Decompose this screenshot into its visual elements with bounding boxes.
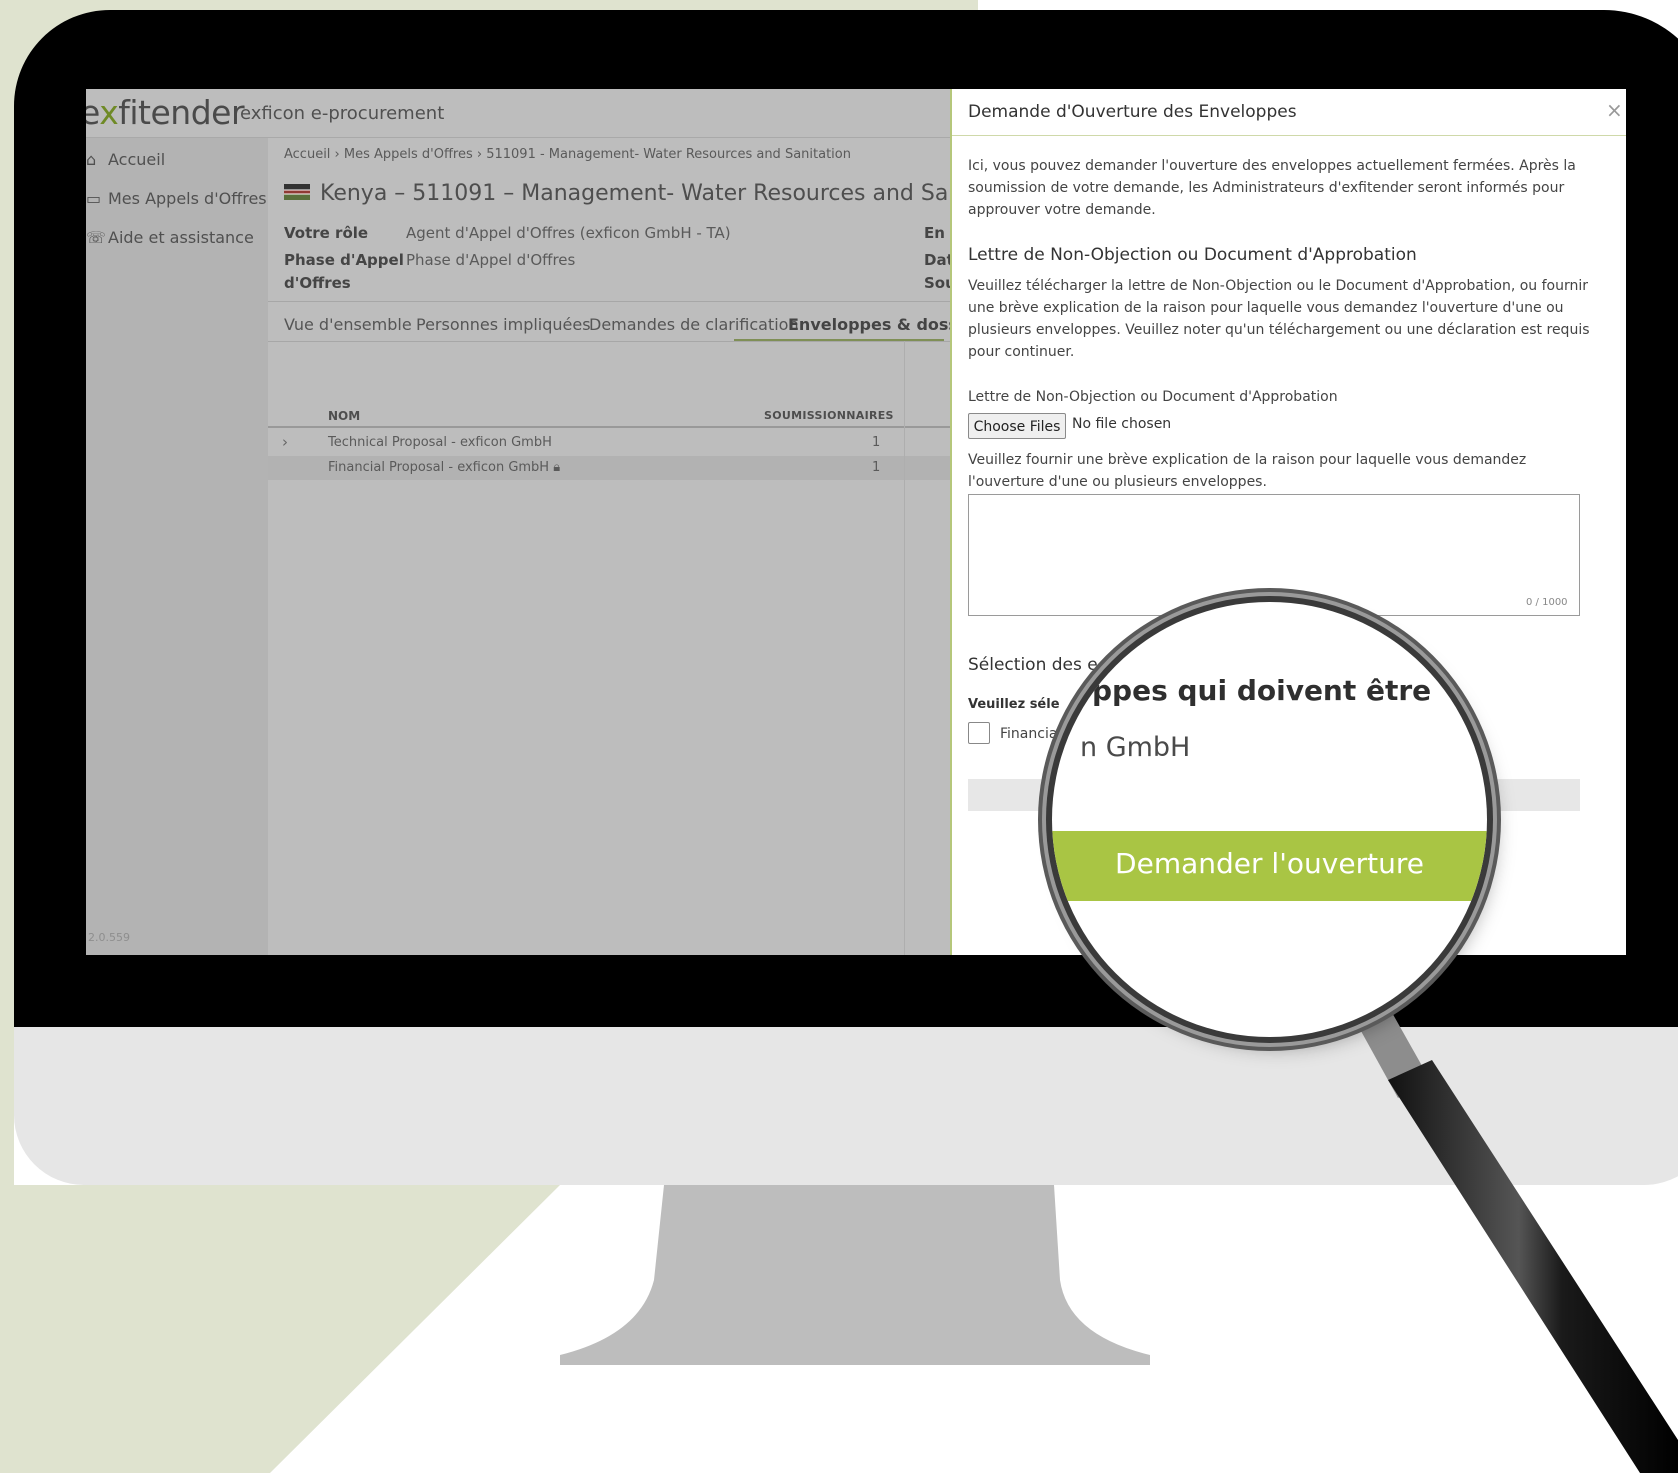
divider	[904, 341, 905, 955]
phase-label: Phase d'Appel	[284, 251, 404, 269]
choose-files-button[interactable]: Choose Files	[968, 413, 1066, 439]
sidebar-item-label: Mes Appels d'Offres	[108, 189, 267, 208]
top-bar: exfitender exficon e-procurement	[86, 89, 952, 138]
monitor-stand	[560, 1185, 1150, 1365]
sidebar-item-accueil[interactable]: ⌂ Accueil	[86, 150, 165, 169]
phase-label-cont: d'Offres	[284, 274, 351, 292]
divider	[268, 426, 958, 428]
role-label: Votre rôle	[284, 224, 369, 242]
column-header-nom[interactable]: NOM	[328, 409, 360, 423]
lock-icon: 🔒︎	[553, 460, 561, 475]
kenya-flag-icon	[284, 184, 310, 200]
tab-overview[interactable]: Vue d'ensemble	[284, 315, 412, 334]
explanation-label: Veuillez fournir une brève explication d…	[968, 452, 1527, 490]
table-row[interactable]: › Technical Proposal - exficon GmbH 1	[268, 431, 958, 455]
sidebar-item-aide[interactable]: ☏ Aide et assistance	[86, 228, 254, 247]
divider	[268, 301, 958, 302]
divider	[952, 135, 1626, 136]
sidebar-item-label: Aide et assistance	[108, 228, 254, 247]
panel-title: Demande d'Ouverture des Enveloppes	[968, 102, 1297, 122]
sidebar-item-mes-appels[interactable]: ▭ Mes Appels d'Offres	[86, 189, 267, 208]
chat-icon: ☏	[86, 228, 107, 247]
section-title: Lettre de Non-Objection ou Document d'Ap…	[968, 245, 1417, 265]
column-header-soumissionnaires[interactable]: SOUMISSIONNAIRES	[764, 409, 894, 422]
selection-subtitle: Veuillez séle	[968, 697, 1060, 712]
row-count: 1	[872, 435, 881, 450]
panel-intro: Ici, vous pouvez demander l'ouverture de…	[968, 158, 1576, 218]
chevron-right-icon[interactable]: ›	[282, 433, 288, 451]
exfitender-logo[interactable]: exfitender	[86, 93, 245, 132]
request-opening-button-label: Demander l'ouverture	[1115, 847, 1424, 880]
sidebar-item-label: Accueil	[108, 150, 166, 169]
section-text: Veuillez télécharger la lettre de Non-Ob…	[968, 278, 1590, 360]
row-name: Technical Proposal - exficon GmbH	[328, 435, 552, 450]
app-name: exficon e-procurement	[240, 103, 445, 124]
active-tab-indicator	[734, 339, 944, 341]
table-row[interactable]: Financial Proposal - exficon GmbH 🔒︎ 1	[268, 456, 958, 480]
divider	[268, 341, 958, 342]
row-count: 1	[872, 460, 881, 475]
no-file-label: No file chosen	[1072, 416, 1172, 432]
checkbox-label: Financia	[1000, 726, 1058, 742]
tab-clarification[interactable]: Demandes de clarification	[589, 315, 799, 334]
explanation-textarea[interactable]	[968, 494, 1580, 616]
sidebar: ⌂ Accueil ▭ Mes Appels d'Offres ☏ Aide et a…	[86, 138, 268, 955]
selection-title: Sélection des e	[968, 655, 1098, 675]
close-icon[interactable]: ×	[1606, 98, 1623, 122]
tab-people[interactable]: Personnes impliquées	[416, 315, 591, 334]
home-icon: ⌂	[86, 150, 97, 169]
breadcrumb[interactable]: Accueil › Mes Appels d'Offres › 511091 -…	[284, 147, 851, 162]
char-counter: 0 / 1000	[1526, 597, 1568, 608]
file-label: Lettre de Non-Objection ou Document d'Ap…	[968, 389, 1338, 405]
tab-envelopes[interactable]: Enveloppes & dossie	[788, 315, 974, 334]
folder-icon: ▭	[86, 189, 102, 208]
phase-value: Phase d'Appel d'Offres	[406, 251, 576, 269]
financial-proposal-checkbox[interactable]	[968, 722, 990, 744]
magnified-selection-title: ppes qui doivent être	[1092, 674, 1432, 707]
role-value: Agent d'Appel d'Offres (exficon GmbH - T…	[406, 224, 731, 242]
page-title: Kenya – 511091 – Management- Water Resou…	[284, 181, 1033, 206]
row-name: Financial Proposal - exficon GmbH 🔒︎	[328, 460, 561, 475]
magnified-company-name: n GmbH	[1080, 732, 1191, 763]
version-label: 2.0.559	[88, 931, 130, 944]
monitor-chin	[14, 1027, 1678, 1185]
magnifier-lens: ppes qui doivent être n GmbH Demander l'…	[1052, 602, 1487, 1037]
